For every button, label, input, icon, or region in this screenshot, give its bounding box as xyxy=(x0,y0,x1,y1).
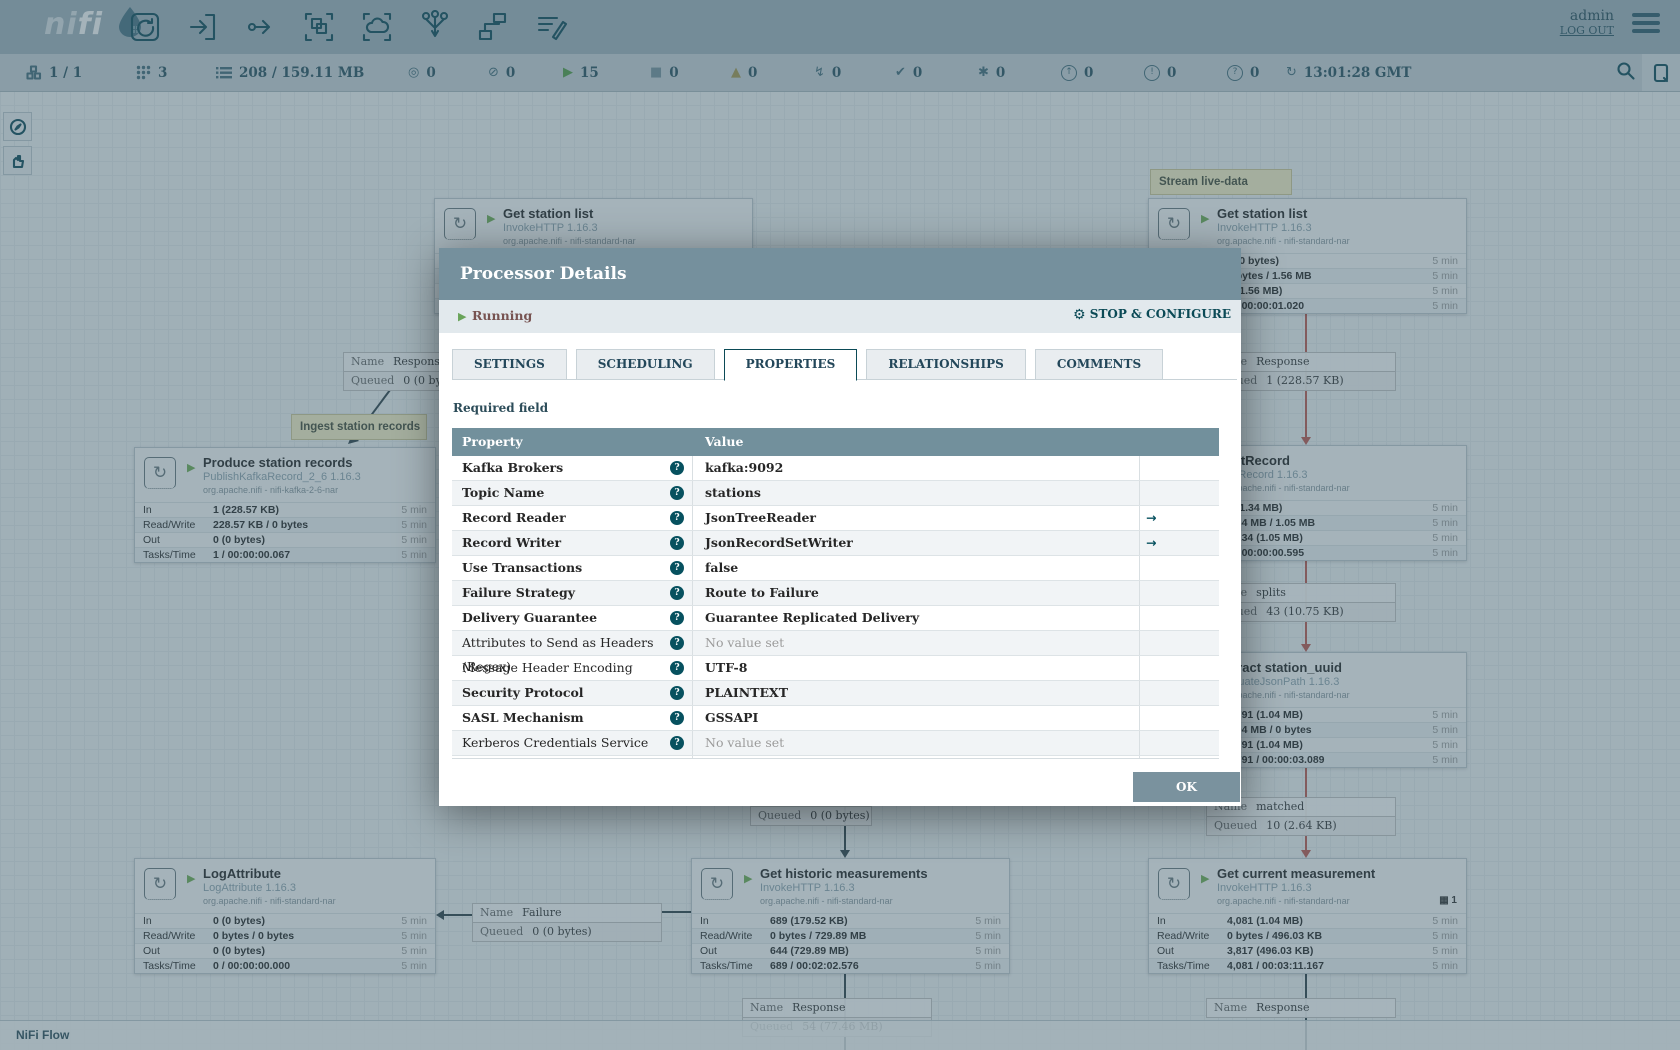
property-name: Kerberos Credentials Service? xyxy=(452,731,693,755)
help-icon[interactable]: ? xyxy=(670,661,684,675)
value-column-header: Value xyxy=(705,434,744,449)
property-value: No value set xyxy=(693,731,1140,755)
gear-icon: ⚙ xyxy=(1073,307,1086,323)
property-name: Topic Name? xyxy=(452,481,693,505)
property-row: Attributes to Send as Headers (Regex)? No… xyxy=(452,631,1219,674)
property-value: No value set xyxy=(693,631,1140,655)
property-name: Failure Strategy? xyxy=(452,581,693,605)
property-name: Message Header Encoding? xyxy=(452,656,693,680)
property-column-header: Property xyxy=(462,434,523,449)
required-field-note: Required field xyxy=(453,401,549,415)
help-icon[interactable]: ? xyxy=(670,686,684,700)
property-row: Kerberos User Service?No value set xyxy=(452,756,1219,758)
property-value: kafka:9092 xyxy=(693,456,1140,480)
help-icon[interactable]: ? xyxy=(670,511,684,525)
dialog-tabs: SETTINGS SCHEDULING PROPERTIES RELATIONSHIP… xyxy=(452,349,1237,381)
property-actions xyxy=(1140,731,1219,755)
help-icon[interactable]: ? xyxy=(670,561,684,575)
property-row: Kafka Brokers? kafka:9092 xyxy=(452,456,1219,481)
property-name: Kafka Brokers? xyxy=(452,456,693,480)
property-name: Delivery Guarantee? xyxy=(452,606,693,630)
properties-table: Property Value Kafka Brokers? kafka:9092 T… xyxy=(452,428,1219,759)
property-value: Guarantee Replicated Delivery xyxy=(693,606,1140,630)
properties-table-header: Property Value xyxy=(452,428,1219,456)
dialog-body: SETTINGS SCHEDULING PROPERTIES RELATIONSHIP… xyxy=(439,349,1241,759)
property-row: Record Reader? JsonTreeReader → xyxy=(452,506,1219,531)
property-row: Topic Name? stations xyxy=(452,481,1219,506)
property-value: PLAINTEXT xyxy=(693,681,1140,705)
property-value: No value set xyxy=(693,756,1140,758)
run-status-label: Running xyxy=(472,308,533,323)
go-to-service-icon[interactable]: → xyxy=(1146,510,1156,525)
help-icon[interactable]: ? xyxy=(670,586,684,600)
property-name: Record Reader? xyxy=(452,506,693,530)
help-icon[interactable]: ? xyxy=(670,461,684,475)
property-actions xyxy=(1140,656,1219,680)
ok-button[interactable]: OK xyxy=(1133,772,1240,802)
property-actions xyxy=(1140,681,1219,705)
processor-details-dialog: Processor Details ▶ Running ⚙ STOP & CON… xyxy=(439,248,1241,806)
properties-table-body[interactable]: Kafka Brokers? kafka:9092 Topic Name? stati… xyxy=(452,456,1219,759)
property-row: Kerberos Credentials Service? No value se… xyxy=(452,731,1219,756)
dialog-status-strip: ▶ Running ⚙ STOP & CONFIGURE xyxy=(439,300,1241,333)
tab-comments[interactable]: COMMENTS xyxy=(1034,349,1164,380)
property-actions xyxy=(1140,481,1219,505)
help-icon[interactable]: ? xyxy=(670,711,684,725)
property-actions xyxy=(1140,606,1219,630)
tab-scheduling[interactable]: SCHEDULING xyxy=(575,349,715,380)
property-name: Security Protocol? xyxy=(452,681,693,705)
property-value: stations xyxy=(693,481,1140,505)
dialog-title: Processor Details xyxy=(460,264,627,284)
property-actions xyxy=(1140,631,1219,655)
property-value: UTF-8 xyxy=(693,656,1140,680)
property-row: Security Protocol? PLAINTEXT xyxy=(452,681,1219,706)
property-row: Delivery Guarantee? Guarantee Replicated … xyxy=(452,606,1219,631)
help-icon[interactable]: ? xyxy=(670,636,684,650)
property-value: Route to Failure xyxy=(693,581,1140,605)
property-value: GSSAPI xyxy=(693,706,1140,730)
property-row: Record Writer? JsonRecordSetWriter → xyxy=(452,531,1219,556)
property-actions xyxy=(1140,706,1219,730)
running-icon: ▶ xyxy=(458,310,467,323)
go-to-service-icon[interactable]: → xyxy=(1146,535,1156,550)
dialog-header: Processor Details xyxy=(439,248,1241,300)
property-row: Use Transactions? false xyxy=(452,556,1219,581)
help-icon[interactable]: ? xyxy=(670,611,684,625)
property-name: Kerberos User Service? xyxy=(452,756,693,758)
stop-and-configure-button[interactable]: ⚙ STOP & CONFIGURE xyxy=(1073,307,1231,323)
property-actions xyxy=(1140,456,1219,480)
property-actions[interactable]: → xyxy=(1140,531,1219,555)
property-actions[interactable]: → xyxy=(1140,506,1219,530)
property-name: Record Writer? xyxy=(452,531,693,555)
tab-relationships[interactable]: RELATIONSHIPS xyxy=(866,349,1026,380)
property-value: JsonTreeReader xyxy=(693,506,1140,530)
property-value: false xyxy=(693,556,1140,580)
property-value: JsonRecordSetWriter xyxy=(693,531,1140,555)
property-row: Failure Strategy? Route to Failure xyxy=(452,581,1219,606)
help-icon[interactable]: ? xyxy=(670,486,684,500)
tab-settings[interactable]: SETTINGS xyxy=(452,349,567,380)
stop-and-configure-label: STOP & CONFIGURE xyxy=(1089,307,1231,321)
property-name: Use Transactions? xyxy=(452,556,693,580)
tab-properties[interactable]: PROPERTIES xyxy=(723,349,858,381)
property-name: Attributes to Send as Headers (Regex)? xyxy=(452,631,693,674)
help-icon[interactable]: ? xyxy=(670,736,684,750)
property-name: SASL Mechanism? xyxy=(452,706,693,730)
property-actions xyxy=(1140,556,1219,580)
property-actions xyxy=(1140,756,1219,758)
property-row: SASL Mechanism? GSSAPI xyxy=(452,706,1219,731)
help-icon[interactable]: ? xyxy=(670,536,684,550)
property-actions xyxy=(1140,581,1219,605)
property-row: Message Header Encoding? UTF-8 xyxy=(452,656,1219,681)
nifi-app: Stream live-data Ingest station records ↻ ▶… xyxy=(0,0,1680,1050)
